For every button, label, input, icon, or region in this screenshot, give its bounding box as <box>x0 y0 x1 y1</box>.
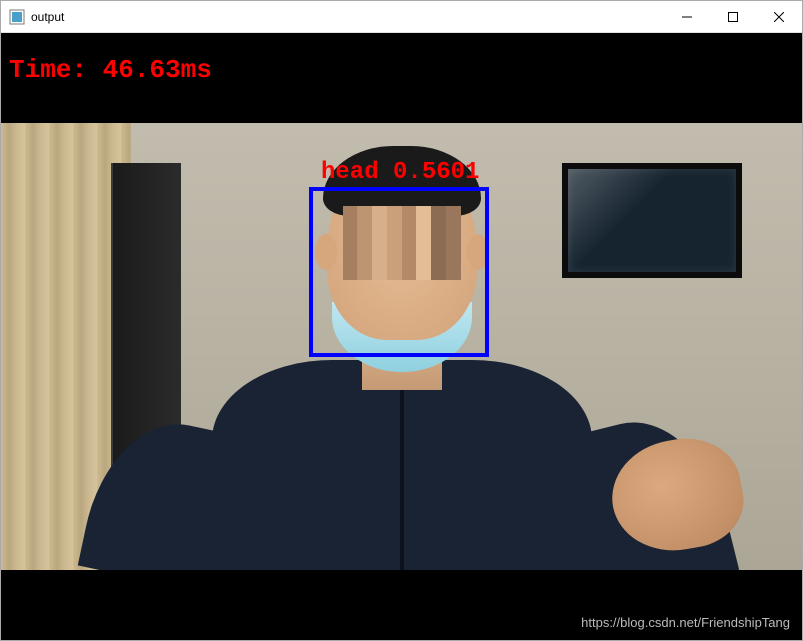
zipper <box>400 390 404 570</box>
titlebar-controls <box>664 1 802 32</box>
ear-right <box>467 234 489 270</box>
window-frame: output Time: 46.63ms <box>0 0 803 641</box>
detection-label: head 0.5601 <box>321 159 479 186</box>
torso <box>212 360 592 570</box>
titlebar[interactable]: output <box>1 1 802 33</box>
scene-background <box>1 123 802 570</box>
head <box>327 160 477 340</box>
close-button[interactable] <box>756 1 802 32</box>
ear-left <box>315 234 337 270</box>
minimize-button[interactable] <box>664 1 710 32</box>
time-overlay: Time: 46.63ms <box>9 55 212 85</box>
watermark: https://blog.csdn.net/FriendshipTang <box>581 615 790 630</box>
video-frame: head 0.5601 <box>1 123 802 570</box>
face-pixelation <box>343 206 461 280</box>
person <box>92 250 712 570</box>
content-area: Time: 46.63ms <box>1 33 802 640</box>
window-title: output <box>31 10 664 24</box>
maximize-button[interactable] <box>710 1 756 32</box>
app-icon <box>9 9 25 25</box>
